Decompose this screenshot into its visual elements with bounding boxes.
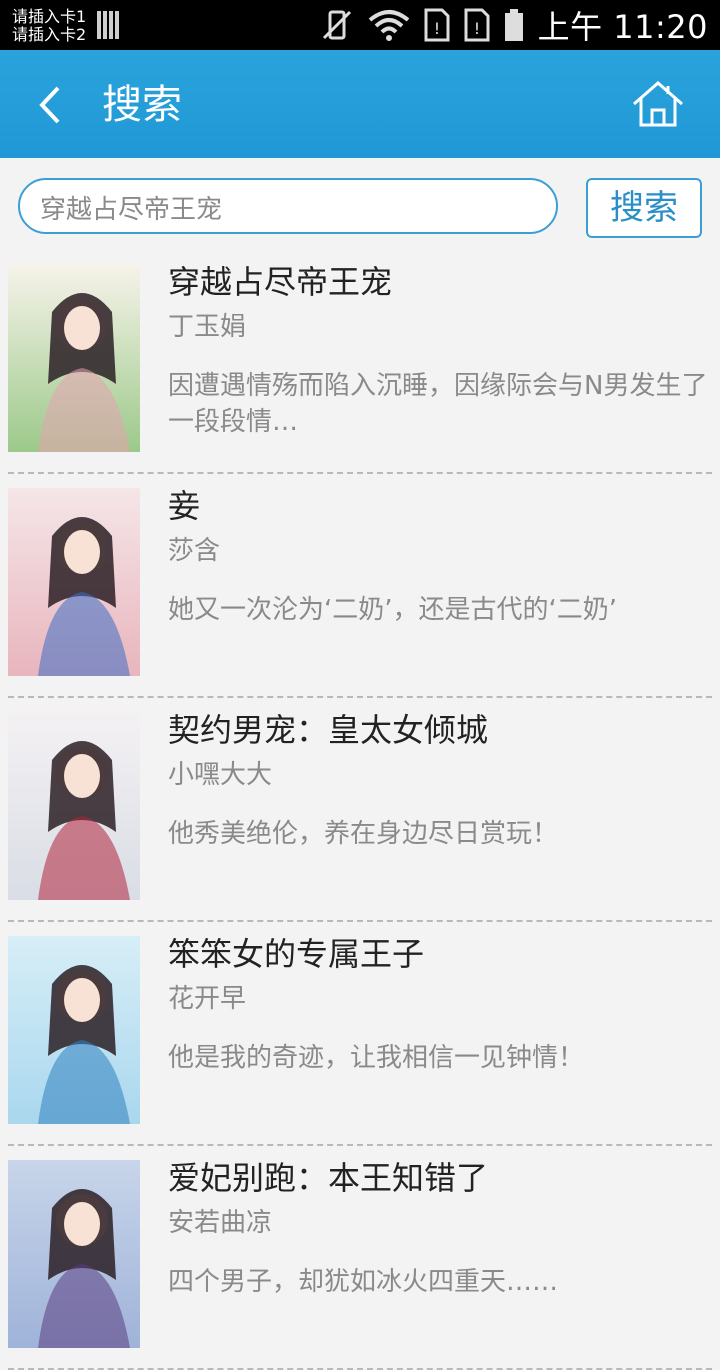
search-input[interactable]	[38, 180, 542, 234]
sim2-text: 请插入卡2	[12, 25, 87, 44]
book-author: 小嘿大大	[168, 760, 273, 790]
book-description: 她又一次沦为‘二奶’，还是古代的‘二奶’	[168, 595, 618, 625]
book-author: 花开早	[168, 984, 247, 1014]
page-title: 搜索	[102, 82, 182, 128]
search-results-list: 穿越占尽帝王宠 丁玉娟 因遭遇情殇而陷入沉睡，因缘际会与N男发生了一段段情… 妾莎含她…	[0, 250, 720, 1370]
book-title: 穿越占尽帝王宠	[168, 263, 393, 301]
book-description: 四个男子，却犹如冰火四重天……	[168, 1267, 559, 1297]
book-title: 笨笨女的专属王子	[168, 935, 425, 973]
signal-icon	[97, 11, 121, 39]
back-button[interactable]	[30, 80, 80, 130]
chevron-left-icon	[39, 86, 60, 124]
wifi-icon	[368, 10, 409, 41]
status-bar: 请插入卡1 请插入卡2 ! ! 上午 11:20	[0, 0, 720, 50]
book-author: 丁玉娟	[168, 312, 247, 342]
battery-icon	[504, 9, 523, 41]
book-description: 因遭遇情殇而陷入沉睡，因缘际会与N男发生了一段段情…	[168, 371, 708, 437]
sim-status: 请插入卡1 请插入卡2	[12, 8, 86, 44]
sim-card-2-icon: !	[464, 8, 490, 42]
book-cover-image	[8, 712, 140, 900]
home-button[interactable]	[632, 80, 684, 128]
search-button[interactable]: 搜索	[586, 178, 702, 238]
home-icon	[633, 81, 683, 127]
book-description: 他秀美绝伦，养在身边尽日赏玩！	[168, 819, 559, 849]
clock: 上午 11:20	[537, 8, 708, 46]
book-description: 他是我的奇迹，让我相信一见钟情！	[168, 1043, 585, 1073]
book-list-item[interactable]: 笨笨女的专属王子花开早他是我的奇迹，让我相信一见钟情！	[8, 922, 712, 1146]
book-author: 安若曲凉	[168, 1208, 273, 1238]
sim-card-1-icon: !	[424, 8, 450, 42]
book-cover-image	[8, 488, 140, 676]
book-author: 莎含	[168, 536, 221, 566]
book-list-item[interactable]: 穿越占尽帝王宠丁玉娟因遭遇情殇而陷入沉睡，因缘际会与N男发生了一段段情…	[8, 250, 712, 474]
search-box	[18, 178, 558, 234]
book-cover-image	[8, 264, 140, 452]
book-cover-image	[8, 1160, 140, 1348]
book-title: 契约男宠：皇太女倾城	[168, 711, 489, 749]
sim1-text: 请插入卡1	[12, 7, 87, 26]
book-list-item[interactable]: 契约男宠：皇太女倾城小嘿大大他秀美绝伦，养在身边尽日赏玩！	[8, 698, 712, 922]
vibrate-off-icon	[322, 10, 351, 40]
book-list-item[interactable]: 爱妃别跑：本王知错了安若曲凉四个男子，却犹如冰火四重天……	[8, 1146, 712, 1370]
book-cover-image	[8, 936, 140, 1124]
svg-text:!: !	[473, 19, 479, 38]
book-list-item[interactable]: 妾莎含她又一次沦为‘二奶’，还是古代的‘二奶’	[8, 474, 712, 698]
book-title: 爱妃别跑：本王知错了	[168, 1159, 489, 1197]
title-bar: 搜索	[0, 50, 720, 158]
book-title: 妾	[168, 487, 201, 525]
svg-text:!: !	[433, 19, 439, 38]
